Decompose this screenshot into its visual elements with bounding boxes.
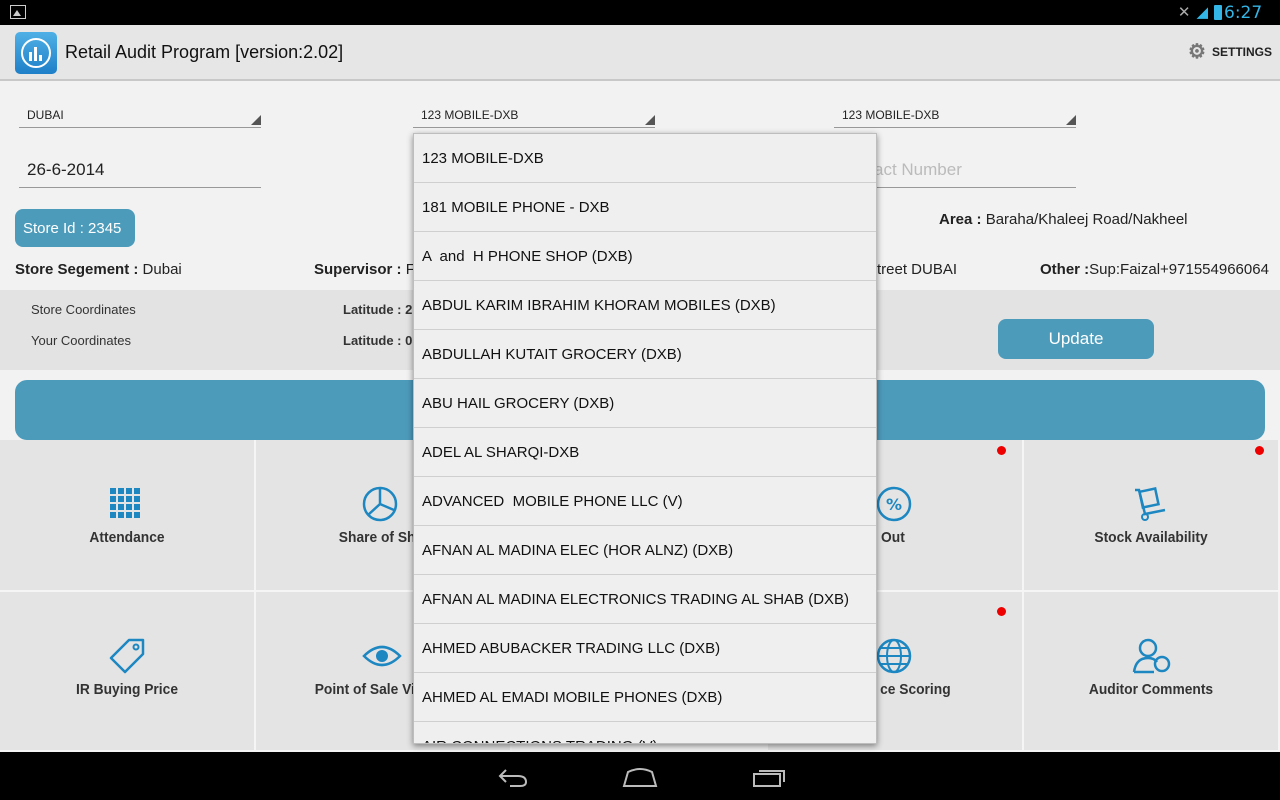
app-logo-icon [15, 32, 57, 74]
store-segment-value: Dubai [142, 261, 182, 278]
tile-stock-availability-label: Stock Availability [1094, 529, 1208, 546]
other-value: Sup:Faizal+971554966064 [1089, 261, 1269, 278]
sell-out-notification-dot [997, 446, 1006, 455]
area-label: Area : [939, 211, 982, 228]
action-bar: Retail Audit Program [version:2.02] ⚙ SE… [0, 25, 1280, 81]
app-title: Retail Audit Program [version:2.02] [65, 42, 344, 62]
date-value: 26-6-2014 [27, 160, 105, 179]
dropdown-item[interactable]: ABU HAIL GROCERY (DXB) [414, 379, 876, 428]
battery-icon [1214, 4, 1222, 20]
globe-icon [876, 638, 912, 674]
contact-number-placeholder: act Number [874, 160, 962, 179]
tile-point-of-sale-label: Point of Sale Vis [314, 681, 423, 698]
grid-icon [110, 488, 140, 518]
svg-text:%: % [886, 495, 902, 514]
gear-icon: ⚙ [1188, 41, 1206, 63]
store-latitude: Latitude : 2 [343, 302, 413, 317]
pie-chart-icon [362, 486, 398, 522]
store-segment-label: Store Segement : [15, 261, 139, 278]
back-icon[interactable] [496, 766, 528, 788]
dropdown-item[interactable]: ADEL AL SHARQI-DXB [414, 428, 876, 477]
tile-compliance-scoring-label: ce Scoring [880, 681, 951, 698]
tile-attendance-label: Attendance [89, 529, 165, 546]
store-id-badge: Store Id : 2345 [15, 209, 135, 247]
street-value: treet DUBAI [877, 261, 958, 278]
city-spinner-value: DUBAI [27, 108, 64, 122]
status-bar: ✕ ◢ 6:27 PM [0, 0, 1280, 41]
stock-availability-notification-dot [1255, 446, 1264, 455]
tile-stock-availability[interactable]: Stock Availability [1024, 440, 1280, 592]
home-icon[interactable] [622, 766, 658, 788]
dolly-icon [1135, 487, 1166, 521]
dropdown-item[interactable]: ABDULLAH KUTAIT GROCERY (DXB) [414, 330, 876, 379]
dropdown-item[interactable]: ADVANCED MOBILE PHONE LLC (V) [414, 477, 876, 526]
store-spinner[interactable]: 123 MOBILE-DXB [413, 96, 655, 128]
date-field[interactable]: 26-6-2014 [19, 150, 261, 188]
tile-attendance[interactable]: Attendance [0, 440, 256, 592]
compliance-scoring-notification-dot [997, 607, 1006, 616]
store-dropdown-list[interactable]: 123 MOBILE-DXB 181 MOBILE PHONE - DXB A an… [413, 133, 877, 744]
area-info: Area : Baraha/Khaleej Road/Nakheel [939, 211, 1188, 228]
other-info: Other :Sup:Faizal+971554966064 [1040, 261, 1269, 278]
your-latitude: Latitude : 0 [343, 333, 413, 348]
price-tag-icon [109, 638, 145, 674]
dropdown-item[interactable]: AHMED ABUBACKER TRADING LLC (DXB) [414, 624, 876, 673]
city-spinner[interactable]: DUBAI [19, 96, 261, 128]
gallery-notification-icon [10, 5, 26, 19]
other-label: Other : [1040, 261, 1090, 278]
tile-ir-buying-price[interactable]: IR Buying Price [0, 592, 256, 752]
eye-icon [362, 645, 402, 667]
store-spinner-value: 123 MOBILE-DXB [421, 108, 519, 122]
dropdown-item[interactable]: A and H PHONE SHOP (DXB) [414, 232, 876, 281]
update-button[interactable]: Update [998, 319, 1154, 359]
store-spinner-2[interactable]: 123 MOBILE-DXB [834, 96, 1076, 128]
recent-apps-icon[interactable] [752, 766, 788, 788]
navigation-bar [0, 752, 1280, 800]
settings-button[interactable]: ⚙ SETTINGS [1188, 42, 1272, 62]
mute-icon: ✕ [1177, 4, 1191, 21]
store-segment-info: Store Segement : Dubai [15, 261, 182, 278]
settings-label: SETTINGS [1211, 45, 1272, 59]
supervisor-label: Supervisor : [314, 261, 402, 278]
tile-auditor-comments[interactable]: Auditor Comments [1024, 592, 1280, 752]
status-icons: ✕ ◢ [1178, 3, 1222, 21]
street-info: treet DUBAI [877, 261, 957, 278]
dropdown-item[interactable]: 123 MOBILE-DXB [414, 134, 876, 183]
dropdown-item[interactable]: AIR CONNECTIONS TRADING (V) [414, 722, 876, 743]
dropdown-item[interactable]: 181 MOBILE PHONE - DXB [414, 183, 876, 232]
dropdown-item[interactable]: AFNAN AL MADINA ELECTRONICS TRADING AL S… [414, 575, 876, 624]
wifi-icon: ◢ [1196, 4, 1208, 21]
store-coordinates-label: Store Coordinates [31, 302, 136, 317]
area-value: Baraha/Khaleej Road/Nakheel [985, 211, 1188, 228]
supervisor-info: Supervisor : F [314, 261, 415, 278]
dropdown-item[interactable]: ABDUL KARIM IBRAHIM KHORAM MOBILES (DXB) [414, 281, 876, 330]
your-coordinates-label: Your Coordinates [31, 333, 131, 348]
tile-auditor-comments-label: Auditor Comments [1088, 681, 1214, 698]
dropdown-item[interactable]: AFNAN AL MADINA ELEC (HOR ALNZ) (DXB) [414, 526, 876, 575]
person-icon [1132, 638, 1171, 674]
percent-icon: % [876, 486, 912, 522]
dropdown-item[interactable]: AHMED AL EMADI MOBILE PHONES (DXB) [414, 673, 876, 722]
tile-ir-buying-price-label: IR Buying Price [75, 681, 178, 698]
store-spinner-2-value: 123 MOBILE-DXB [842, 108, 940, 122]
